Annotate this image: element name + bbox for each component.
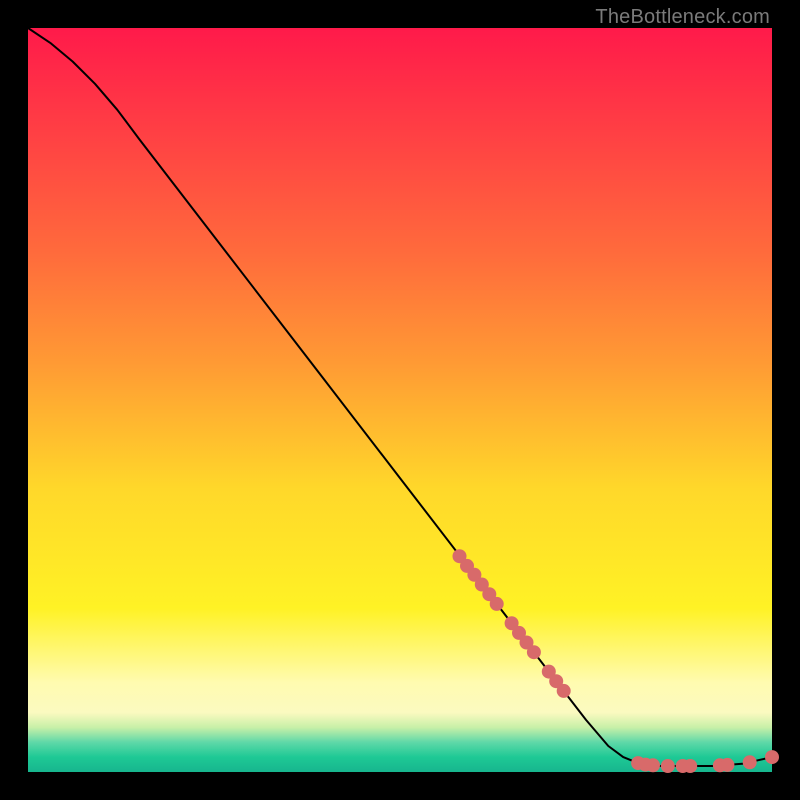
data-marker xyxy=(661,759,675,773)
curve-line xyxy=(28,28,772,766)
data-marker xyxy=(683,759,697,773)
data-marker xyxy=(646,758,660,772)
data-marker xyxy=(527,645,541,659)
chart-svg xyxy=(28,28,772,772)
data-marker xyxy=(743,755,757,769)
data-marker xyxy=(490,597,504,611)
markers-group xyxy=(453,549,780,773)
data-marker xyxy=(765,750,779,764)
plot-area xyxy=(28,28,772,772)
watermark-text: TheBottleneck.com xyxy=(595,6,770,29)
data-marker xyxy=(557,684,571,698)
chart-stage: TheBottleneck.com xyxy=(0,0,800,800)
data-marker xyxy=(720,758,734,772)
